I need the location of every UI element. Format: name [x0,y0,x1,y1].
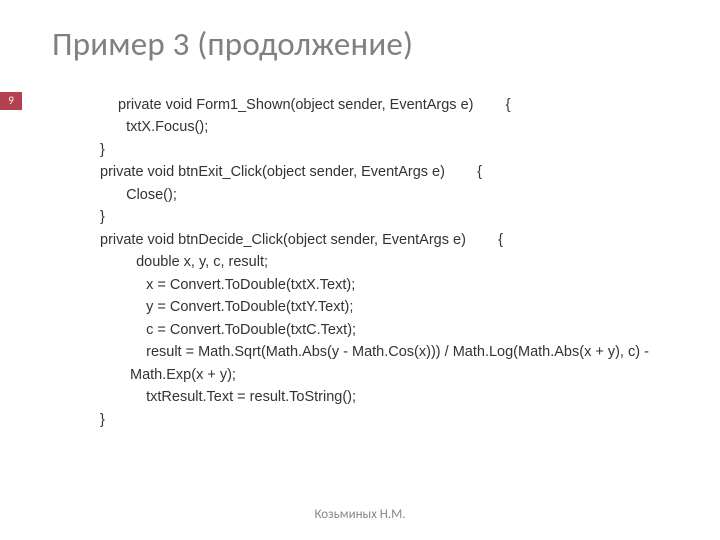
code-line: double x, y, c, result; [100,251,670,273]
code-line: Close(); [100,184,670,206]
slide: Пример 3 (продолжение) 9 private void Fo… [0,0,720,540]
code-line: txtResult.Text = result.ToString(); [100,386,670,408]
code-line: private void btnExit_Click(object sender… [100,161,670,183]
code-block: private void Form1_Shown(object sender, … [100,94,670,431]
code-line: private void btnDecide_Click(object send… [100,229,670,251]
code-line: } [100,139,670,161]
slide-number: 9 [0,92,22,110]
code-line: } [100,206,670,228]
code-line: txtX.Focus(); [100,116,670,138]
code-line: private void Form1_Shown(object sender, … [100,94,670,116]
code-line: x = Convert.ToDouble(txtX.Text); [100,274,670,296]
code-line: c = Convert.ToDouble(txtC.Text); [100,319,670,341]
slide-number-badge: 9 [0,92,22,110]
code-line: y = Convert.ToDouble(txtY.Text); [100,296,670,318]
slide-title: Пример 3 (продолжение) [52,24,680,64]
code-line: } [100,409,670,431]
footer-author: Козьминых Н.М. [0,507,720,522]
code-line: result = Math.Sqrt(Math.Abs(y - Math.Cos… [100,341,670,386]
